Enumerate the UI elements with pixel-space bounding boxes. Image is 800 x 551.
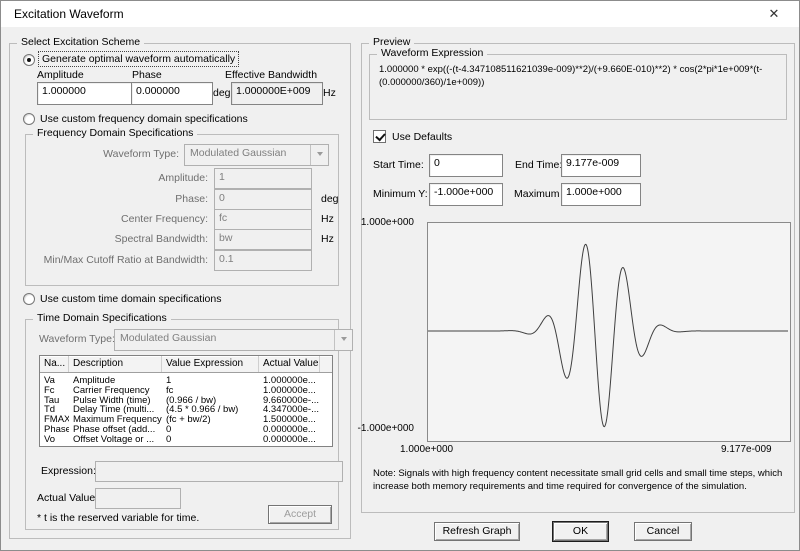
use-defaults-label[interactable]: Use Defaults: [392, 131, 452, 143]
freq-waveform-type-label: Waveform Type:: [103, 148, 179, 160]
start-time-input[interactable]: 0: [429, 154, 503, 177]
table-header-name[interactable]: Na...: [40, 356, 69, 372]
graph-ymin-label: -1.000e+000: [357, 423, 414, 434]
table-header-value-expression[interactable]: Value Expression: [162, 356, 259, 372]
freq-spectral-bandwidth-field: bw: [214, 229, 312, 250]
dropdown-arrow-icon: [317, 152, 323, 156]
phase-unit-label: deg: [213, 87, 231, 99]
phase-label: Phase: [132, 69, 162, 81]
table-header-description[interactable]: Description: [69, 356, 162, 372]
ok-button[interactable]: OK: [553, 522, 608, 541]
radio-generate-optimal-label[interactable]: Generate optimal waveform automatically: [38, 51, 240, 67]
expression-label: Expression:: [41, 465, 96, 477]
window-title: Excitation Waveform: [14, 7, 124, 21]
freq-center-frequency-label: Center Frequency:: [121, 213, 208, 225]
freq-phase-label: Phase:: [175, 193, 208, 205]
table-row-tau[interactable]: Tau Pulse Width (time) (0.966 / bw) 9.66…: [40, 396, 332, 406]
group-title-waveform-expression: Waveform Expression: [377, 47, 488, 59]
actual-value-field: [95, 488, 181, 509]
amplitude-input[interactable]: 1.000000: [37, 82, 135, 105]
use-defaults-checkbox[interactable]: [373, 130, 386, 143]
freq-amplitude-field: 1: [214, 168, 312, 189]
table-header-row: Na... Description Value Expression Actua…: [40, 356, 332, 373]
graph-ymax-label: 1.000e+000: [360, 217, 414, 228]
waveform-plot: [427, 222, 791, 442]
start-time-label: Start Time:: [373, 159, 424, 171]
table-row-td[interactable]: Td Delay Time (multi... (4.5 * 0.966 / b…: [40, 405, 332, 415]
graph-xright-label: 9.177e-009: [721, 444, 772, 455]
end-time-input[interactable]: 9.177e-009: [561, 154, 641, 177]
accept-button: Accept: [268, 505, 332, 524]
titlebar: Excitation Waveform ✕: [1, 1, 799, 27]
table-row-va[interactable]: Va Amplitude 1 1.000000e...: [40, 376, 332, 386]
freq-phase-unit: deg: [321, 193, 339, 205]
bandwidth-unit-label: Hz: [323, 87, 336, 99]
close-icon: ✕: [768, 6, 780, 21]
group-title-frequency-domain: Frequency Domain Specifications: [33, 127, 198, 139]
freq-waveform-type-combo: Modulated Gaussian: [184, 144, 329, 166]
dropdown-arrow-icon: [341, 337, 347, 341]
freq-phase-field: 0: [214, 189, 312, 210]
waveform-polyline: [428, 243, 788, 428]
time-waveform-type-value: Modulated Gaussian: [120, 332, 217, 344]
radio-custom-frequency-label[interactable]: Use custom frequency domain specificatio…: [40, 113, 248, 125]
table-row-vo[interactable]: Vo Offset Voltage or ... 0 0.000000e...: [40, 435, 332, 445]
radio-custom-time[interactable]: [23, 293, 35, 305]
freq-center-frequency-field: fc: [214, 209, 312, 230]
group-title-select-excitation-scheme: Select Excitation Scheme: [17, 36, 145, 48]
waveform-svg: [428, 243, 788, 428]
effective-bandwidth-field: 1.000000E+009: [231, 82, 323, 105]
radio-generate-optimal[interactable]: [23, 54, 35, 66]
close-button[interactable]: ✕: [753, 1, 795, 27]
amplitude-label: Amplitude: [37, 69, 84, 81]
time-footnote: * t is the reserved variable for time.: [37, 512, 200, 524]
maximum-y-input[interactable]: 1.000e+000: [561, 183, 641, 206]
table-row-fc[interactable]: Fc Carrier Frequency fc 1.000000e...: [40, 386, 332, 396]
freq-cutoff-ratio-field: 0.1: [214, 250, 312, 271]
freq-waveform-type-value: Modulated Gaussian: [190, 147, 287, 159]
radio-custom-frequency[interactable]: [23, 113, 35, 125]
refresh-graph-button[interactable]: Refresh Graph: [434, 522, 520, 541]
graph-xleft-label: 1.000e+000: [400, 444, 454, 455]
freq-spectral-bandwidth-unit: Hz: [321, 233, 334, 245]
effective-bandwidth-label: Effective Bandwidth: [225, 69, 318, 81]
excitation-waveform-dialog: Excitation Waveform ✕ Select Excitation …: [0, 0, 800, 551]
note-text: Note: Signals with high frequency conten…: [373, 468, 783, 492]
minimum-y-input[interactable]: -1.000e+000: [429, 183, 503, 206]
table-row-fmax[interactable]: FMAX Maximum Frequency (fc + bw/2) 1.500…: [40, 415, 332, 425]
freq-cutoff-ratio-label: Min/Max Cutoff Ratio at Bandwidth:: [43, 254, 208, 266]
freq-center-frequency-unit: Hz: [321, 213, 334, 225]
expression-field: [95, 461, 343, 482]
time-waveform-type-label: Waveform Type:: [39, 333, 115, 345]
time-parameter-table: Na... Description Value Expression Actua…: [39, 355, 333, 447]
end-time-label: End Time:: [515, 159, 563, 171]
checkmark-icon: [375, 130, 386, 142]
freq-spectral-bandwidth-label: Spectral Bandwidth:: [114, 233, 208, 245]
freq-amplitude-label: Amplitude:: [158, 172, 208, 184]
waveform-expression-text: 1.000000 * exp((-(t-4.347108511621039e-0…: [379, 64, 763, 88]
time-waveform-type-combo: Modulated Gaussian: [114, 329, 353, 351]
table-row-phase[interactable]: Phase Phase offset (add... 0 0.000000e..…: [40, 425, 332, 435]
actual-value-label: Actual Value:: [37, 492, 99, 504]
group-title-time-domain: Time Domain Specifications: [33, 312, 171, 324]
table-header-actual-value[interactable]: Actual Value: [259, 356, 320, 372]
radio-custom-time-label[interactable]: Use custom time domain specifications: [40, 293, 222, 305]
minimum-y-label: Minimum Y:: [373, 188, 428, 200]
phase-input[interactable]: 0.000000: [131, 82, 213, 105]
cancel-button[interactable]: Cancel: [634, 522, 692, 541]
